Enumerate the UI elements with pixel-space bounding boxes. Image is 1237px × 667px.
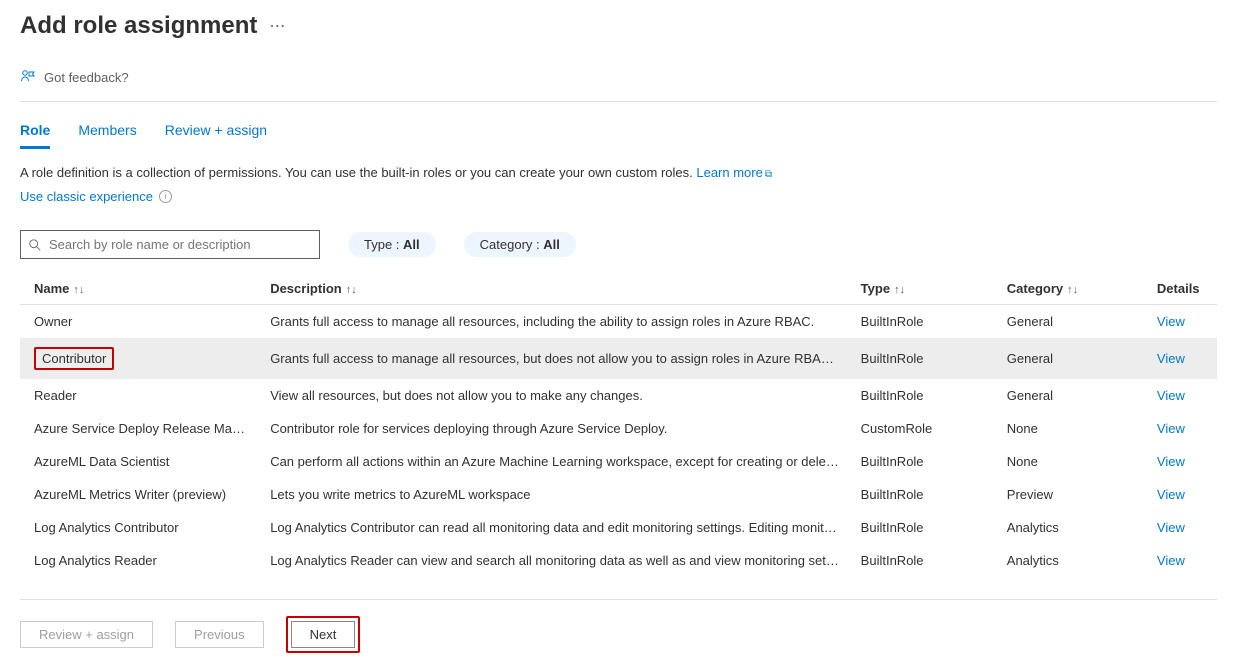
role-name: Owner <box>20 305 260 339</box>
next-highlight: Next <box>286 616 361 653</box>
info-icon[interactable]: i <box>159 190 172 203</box>
sort-icon: ↑↓ <box>73 284 84 296</box>
role-category: None <box>997 445 1147 478</box>
role-category: Preview <box>997 478 1147 511</box>
role-name: Log Analytics Contributor <box>20 511 260 544</box>
view-link[interactable]: View <box>1157 314 1185 329</box>
view-link[interactable]: View <box>1157 520 1185 535</box>
role-type: BuiltInRole <box>851 305 997 339</box>
col-name[interactable]: Name↑↓ <box>20 273 260 305</box>
role-desc: View all resources, but does not allow y… <box>260 379 850 412</box>
feedback-icon <box>20 68 36 87</box>
tab-review-assign[interactable]: Review + assign <box>165 122 267 149</box>
sort-icon: ↑↓ <box>346 284 357 296</box>
role-desc: Log Analytics Reader can view and search… <box>260 544 850 577</box>
role-category: General <box>997 338 1147 379</box>
tab-members[interactable]: Members <box>78 122 136 149</box>
learn-more-link[interactable]: Learn more⧉ <box>696 165 772 180</box>
table-row[interactable]: AzureML Data ScientistCan perform all ac… <box>20 445 1217 478</box>
role-desc: Can perform all actions within an Azure … <box>260 445 850 478</box>
role-type: BuiltInRole <box>851 445 997 478</box>
table-row[interactable]: Log Analytics ContributorLog Analytics C… <box>20 511 1217 544</box>
view-link[interactable]: View <box>1157 421 1185 436</box>
more-menu-icon[interactable]: ⋯ <box>269 16 286 36</box>
role-description-text: A role definition is a collection of per… <box>20 165 696 180</box>
tab-role[interactable]: Role <box>20 122 50 149</box>
role-type: BuiltInRole <box>851 478 997 511</box>
category-filter[interactable]: Category : All <box>464 232 576 257</box>
view-link[interactable]: View <box>1157 553 1185 568</box>
search-input[interactable] <box>20 230 320 259</box>
view-link[interactable]: View <box>1157 351 1185 366</box>
table-row[interactable]: Azure Service Deploy Release Manage…Cont… <box>20 412 1217 445</box>
role-name: Azure Service Deploy Release Manage… <box>20 412 260 445</box>
search-icon <box>28 238 42 252</box>
review-assign-button[interactable]: Review + assign <box>20 621 153 648</box>
view-link[interactable]: View <box>1157 454 1185 469</box>
col-category[interactable]: Category↑↓ <box>997 273 1147 305</box>
external-link-icon: ⧉ <box>765 169 772 180</box>
feedback-link[interactable]: Got feedback? <box>44 70 129 85</box>
sort-icon: ↑↓ <box>1067 284 1078 296</box>
previous-button[interactable]: Previous <box>175 621 264 648</box>
role-type: CustomRole <box>851 412 997 445</box>
role-desc: Grants full access to manage all resourc… <box>260 338 850 379</box>
role-type: BuiltInRole <box>851 379 997 412</box>
role-desc: Log Analytics Contributor can read all m… <box>260 511 850 544</box>
role-desc: Grants full access to manage all resourc… <box>260 305 850 339</box>
table-row[interactable]: ReaderView all resources, but does not a… <box>20 379 1217 412</box>
role-category: General <box>997 379 1147 412</box>
selected-role-highlight: Contributor <box>34 347 114 370</box>
role-category: General <box>997 305 1147 339</box>
role-desc: Lets you write metrics to AzureML worksp… <box>260 478 850 511</box>
sort-icon: ↑↓ <box>894 284 905 296</box>
role-category: Analytics <box>997 511 1147 544</box>
role-name: Log Analytics Reader <box>20 544 260 577</box>
role-name: Reader <box>20 379 260 412</box>
role-name: AzureML Metrics Writer (preview) <box>20 478 260 511</box>
table-row[interactable]: AzureML Metrics Writer (preview)Lets you… <box>20 478 1217 511</box>
role-name: Contributor <box>20 338 260 379</box>
role-name: AzureML Data Scientist <box>20 445 260 478</box>
view-link[interactable]: View <box>1157 388 1185 403</box>
table-row[interactable]: Contributor Grants full access to manage … <box>20 338 1217 379</box>
table-row[interactable]: Log Analytics ReaderLog Analytics Reader… <box>20 544 1217 577</box>
next-button[interactable]: Next <box>291 621 356 648</box>
col-type[interactable]: Type↑↓ <box>851 273 997 305</box>
col-details: Details <box>1147 273 1217 305</box>
type-filter[interactable]: Type : All <box>348 232 436 257</box>
table-row[interactable]: OwnerGrants full access to manage all re… <box>20 305 1217 339</box>
role-type: BuiltInRole <box>851 544 997 577</box>
use-classic-link[interactable]: Use classic experience <box>20 187 153 207</box>
role-category: None <box>997 412 1147 445</box>
role-type: BuiltInRole <box>851 511 997 544</box>
role-category: Analytics <box>997 544 1147 577</box>
view-link[interactable]: View <box>1157 487 1185 502</box>
role-type: BuiltInRole <box>851 338 997 379</box>
col-description[interactable]: Description↑↓ <box>260 273 850 305</box>
role-desc: Contributor role for services deploying … <box>260 412 850 445</box>
page-title: Add role assignment <box>20 12 257 40</box>
roles-table: Name↑↓ Description↑↓ Type↑↓ Category↑↓ D… <box>20 273 1217 577</box>
